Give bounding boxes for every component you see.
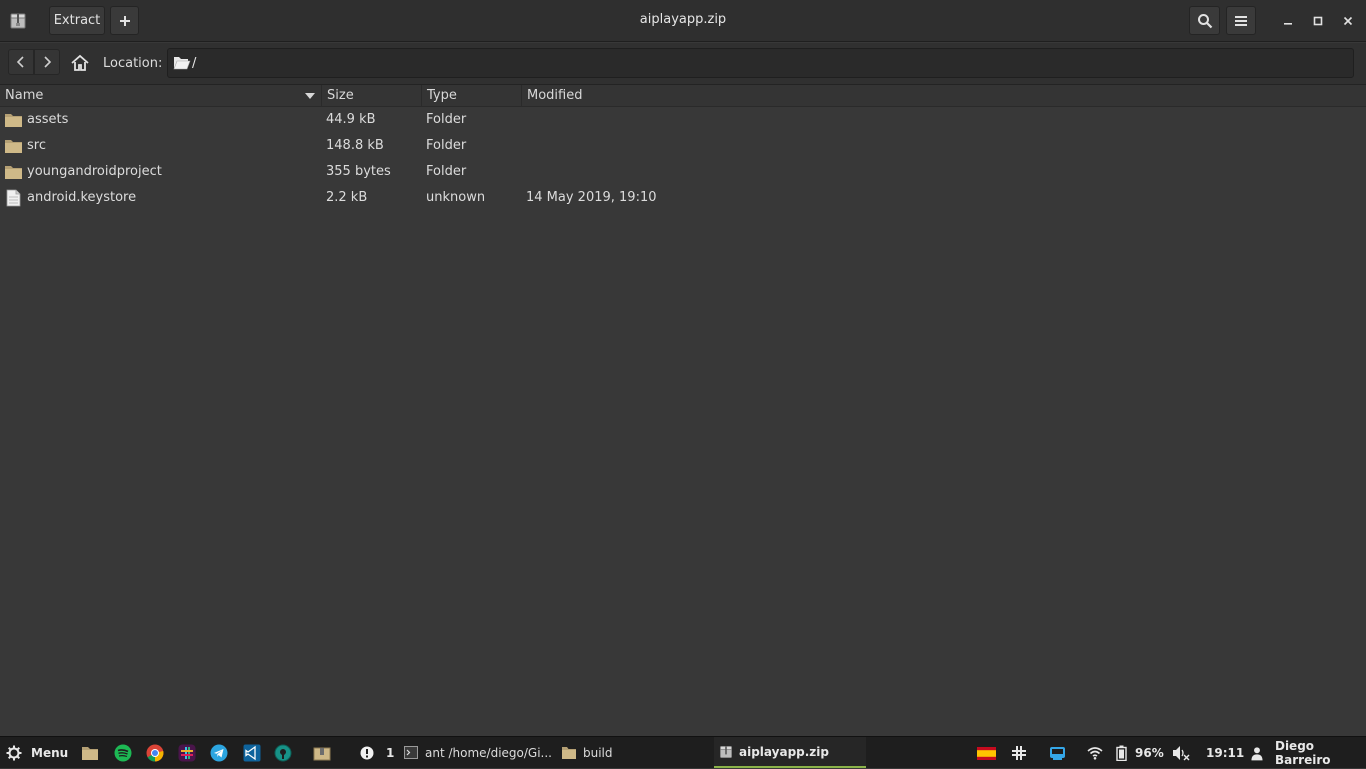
gear-icon — [6, 745, 22, 761]
drive-tray-icon[interactable] — [1049, 737, 1066, 769]
file-name: assets — [27, 112, 69, 127]
file-type: Folder — [426, 138, 467, 153]
keyboard-layout-flag[interactable] — [977, 737, 996, 769]
column-header-type[interactable]: Type — [422, 85, 522, 107]
user-name: Diego Barreiro — [1274, 739, 1331, 767]
file-size: 2.2 kB — [326, 190, 368, 205]
file-icon — [4, 189, 23, 207]
notification-indicator[interactable]: 1 — [360, 737, 394, 768]
close-button[interactable] — [1340, 13, 1356, 29]
table-row[interactable]: youngandroidproject 355 bytes Folder — [0, 159, 1366, 185]
user-menu[interactable]: Diego Barreiro — [1251, 737, 1366, 769]
app-menu-button[interactable] — [1226, 6, 1256, 35]
chevron-right-icon — [44, 56, 52, 68]
location-field[interactable]: / — [167, 48, 1354, 78]
maximize-button[interactable] — [1310, 13, 1326, 29]
task-terminal[interactable]: ant /home/diego/Gi... — [404, 737, 554, 768]
back-button[interactable] — [8, 49, 34, 75]
file-name: youngandroidproject — [27, 164, 162, 179]
user-icon — [1251, 746, 1263, 760]
minimize-icon — [1284, 23, 1292, 25]
folder-icon — [4, 163, 23, 181]
file-type: Folder — [426, 112, 467, 127]
file-size: 355 bytes — [326, 164, 391, 179]
archive-manager-icon — [720, 745, 732, 758]
hamburger-icon — [1235, 15, 1247, 26]
search-icon — [1197, 13, 1212, 28]
file-name: src — [27, 138, 46, 153]
task-label: ant /home/diego/Gi... — [425, 745, 552, 760]
vscode-launcher-icon[interactable] — [243, 744, 261, 762]
file-modified: 14 May 2019, 19:10 — [526, 190, 657, 205]
file-size: 148.8 kB — [326, 138, 384, 153]
spotify-launcher-icon[interactable] — [114, 744, 132, 762]
start-menu-button[interactable]: Menu — [6, 737, 68, 769]
folder-icon — [4, 137, 23, 155]
table-row[interactable]: android.keystore 2.2 kB unknown 14 May 2… — [0, 185, 1366, 211]
task-archive-active[interactable]: aiplayapp.zip — [714, 737, 866, 768]
sort-descending-icon — [305, 93, 315, 99]
file-size: 44.9 kB — [326, 112, 376, 127]
archive-launcher-icon[interactable] — [313, 744, 331, 762]
task-build-folder[interactable]: build — [561, 737, 613, 768]
table-row[interactable]: src 148.8 kB Folder — [0, 133, 1366, 159]
telegram-launcher-icon[interactable] — [210, 744, 228, 762]
volume-muted-icon[interactable] — [1172, 737, 1190, 769]
chrome-launcher-icon[interactable] — [146, 744, 164, 762]
file-type: unknown — [426, 190, 486, 205]
battery-indicator[interactable]: 96% — [1116, 737, 1164, 769]
slack-tray-icon[interactable] — [1011, 737, 1027, 769]
open-folder-icon — [173, 57, 191, 70]
task-label: aiplayapp.zip — [739, 744, 829, 759]
taskbar: Menu 1 ant /home/diego/Gi... build aipla… — [0, 736, 1366, 768]
column-header-modified[interactable]: Modified — [522, 85, 1366, 107]
start-menu-label: Menu — [31, 746, 69, 760]
home-button[interactable] — [70, 53, 90, 73]
close-icon — [1343, 16, 1353, 26]
task-label: build — [583, 745, 613, 760]
folder-icon — [562, 746, 576, 759]
location-path: / — [192, 55, 197, 71]
search-button[interactable] — [1189, 6, 1220, 35]
gitkraken-launcher-icon[interactable] — [274, 744, 292, 762]
notification-count: 1 — [386, 745, 395, 760]
file-name: android.keystore — [27, 190, 137, 205]
file-type: Folder — [426, 164, 467, 179]
terminal-icon — [404, 746, 418, 759]
maximize-icon — [1313, 16, 1323, 26]
battery-percentage: 96% — [1135, 746, 1164, 760]
wifi-icon[interactable] — [1087, 737, 1103, 769]
minimize-button[interactable] — [1280, 13, 1296, 29]
window-title: aiplayapp.zip — [639, 12, 727, 27]
battery-icon — [1116, 745, 1127, 761]
files-launcher-icon[interactable] — [81, 744, 99, 762]
spain-flag-icon — [977, 746, 996, 760]
column-header-name[interactable]: Name — [0, 85, 322, 107]
forward-button[interactable] — [34, 49, 60, 75]
clock[interactable]: 19:11 — [1206, 737, 1244, 769]
location-bar: Location: / — [0, 43, 1366, 85]
chevron-left-icon — [16, 56, 24, 68]
folder-icon — [4, 111, 23, 129]
alert-icon — [360, 746, 374, 759]
table-row[interactable]: assets 44.9 kB Folder — [0, 107, 1366, 133]
column-header-size[interactable]: Size — [322, 85, 422, 107]
slack-launcher-icon[interactable] — [178, 744, 196, 762]
home-icon — [71, 54, 89, 71]
location-label: Location: — [103, 56, 163, 71]
file-list: Name Size Type Modified assets 44.9 kB F… — [0, 85, 1366, 735]
column-headers: Name Size Type Modified — [0, 85, 1366, 107]
header-bar: Extract aiplayapp.zip — [0, 0, 1366, 42]
